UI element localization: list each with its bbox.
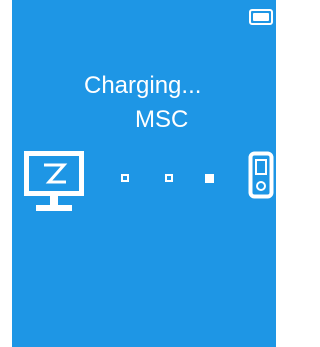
transfer-dot-icon [205,174,214,183]
connection-mode-text: MSC [135,106,189,133]
transfer-dot-icon [121,174,129,182]
battery-full-icon [249,9,273,25]
charging-status-text: Charging... [84,72,202,99]
usb-connection-screen: Charging... MSC [12,0,276,347]
media-player-icon [248,151,274,199]
battery-level-fill [253,13,269,21]
computer-monitor-icon [24,151,84,211]
transfer-dot-icon [165,174,173,182]
